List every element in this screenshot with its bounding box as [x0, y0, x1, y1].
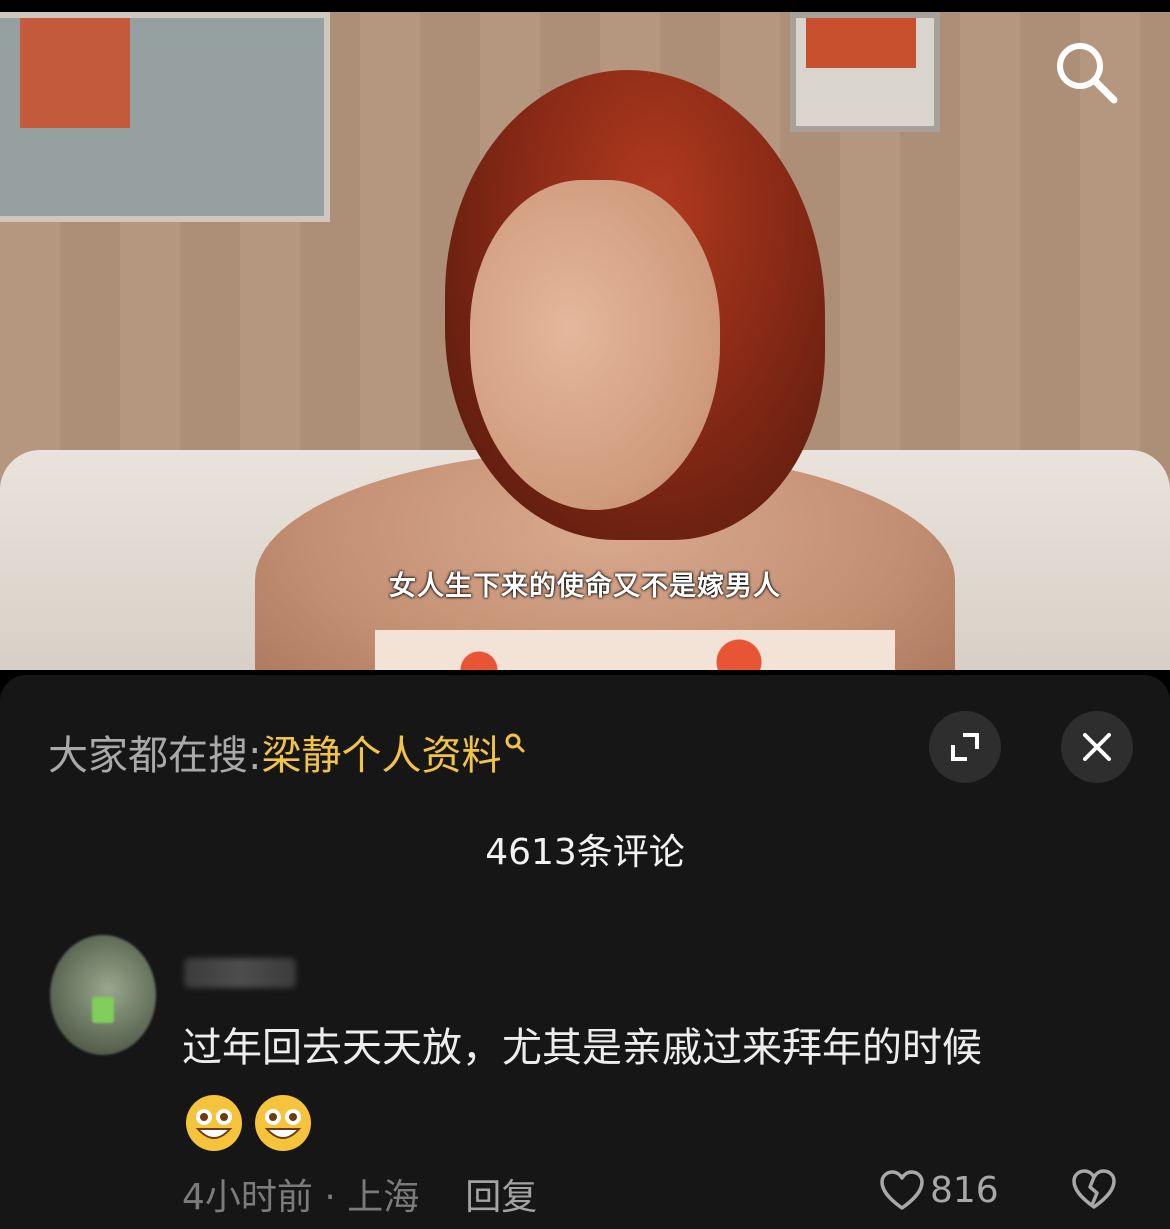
dislike-button[interactable] [1070, 1167, 1118, 1217]
like-button[interactable]: 816 [878, 1168, 999, 1212]
search-icon[interactable] [1052, 38, 1120, 106]
comment-text: 过年回去天天放，尤其是亲戚过来拜年的时候 [182, 1025, 982, 1071]
expand-button[interactable] [929, 711, 1001, 783]
status-strip [0, 0, 1170, 12]
comment-meta: 4小时前 · 上海 回复 [182, 1168, 537, 1220]
grinning-emoji [253, 1093, 313, 1157]
close-button[interactable] [1061, 711, 1133, 783]
comment-count: 4613条评论 [485, 832, 685, 873]
reply-button[interactable]: 回复 [465, 1177, 537, 1218]
comment-panel: 大家都在搜:梁静个人资料 4613条评论 过年回去天天放，尤其是亲戚过来拜年的时… [0, 675, 1170, 1229]
close-icon [1083, 733, 1111, 761]
search-small-icon [503, 723, 527, 769]
heart-outline-icon [880, 1170, 924, 1210]
suggestion-keyword[interactable]: 梁静个人资料 [261, 733, 501, 779]
comment-time-location: 4小时前 · 上海 [182, 1177, 420, 1218]
search-suggestion[interactable]: 大家都在搜:梁静个人资料 [48, 723, 527, 781]
like-count: 816 [930, 1169, 999, 1211]
expand-icon [951, 733, 979, 761]
video-player[interactable]: 女人生下来的使命又不是嫁男人 [0, 0, 1170, 670]
avatar[interactable] [50, 935, 156, 1055]
video-subtitle: 女人生下来的使命又不是嫁男人 [389, 571, 781, 602]
grinning-emoji [184, 1093, 244, 1157]
username-blurred[interactable] [184, 958, 296, 988]
comment-emojis [184, 1093, 317, 1153]
broken-heart-icon [1072, 1169, 1116, 1209]
suggestion-prefix: 大家都在搜: [48, 733, 262, 779]
